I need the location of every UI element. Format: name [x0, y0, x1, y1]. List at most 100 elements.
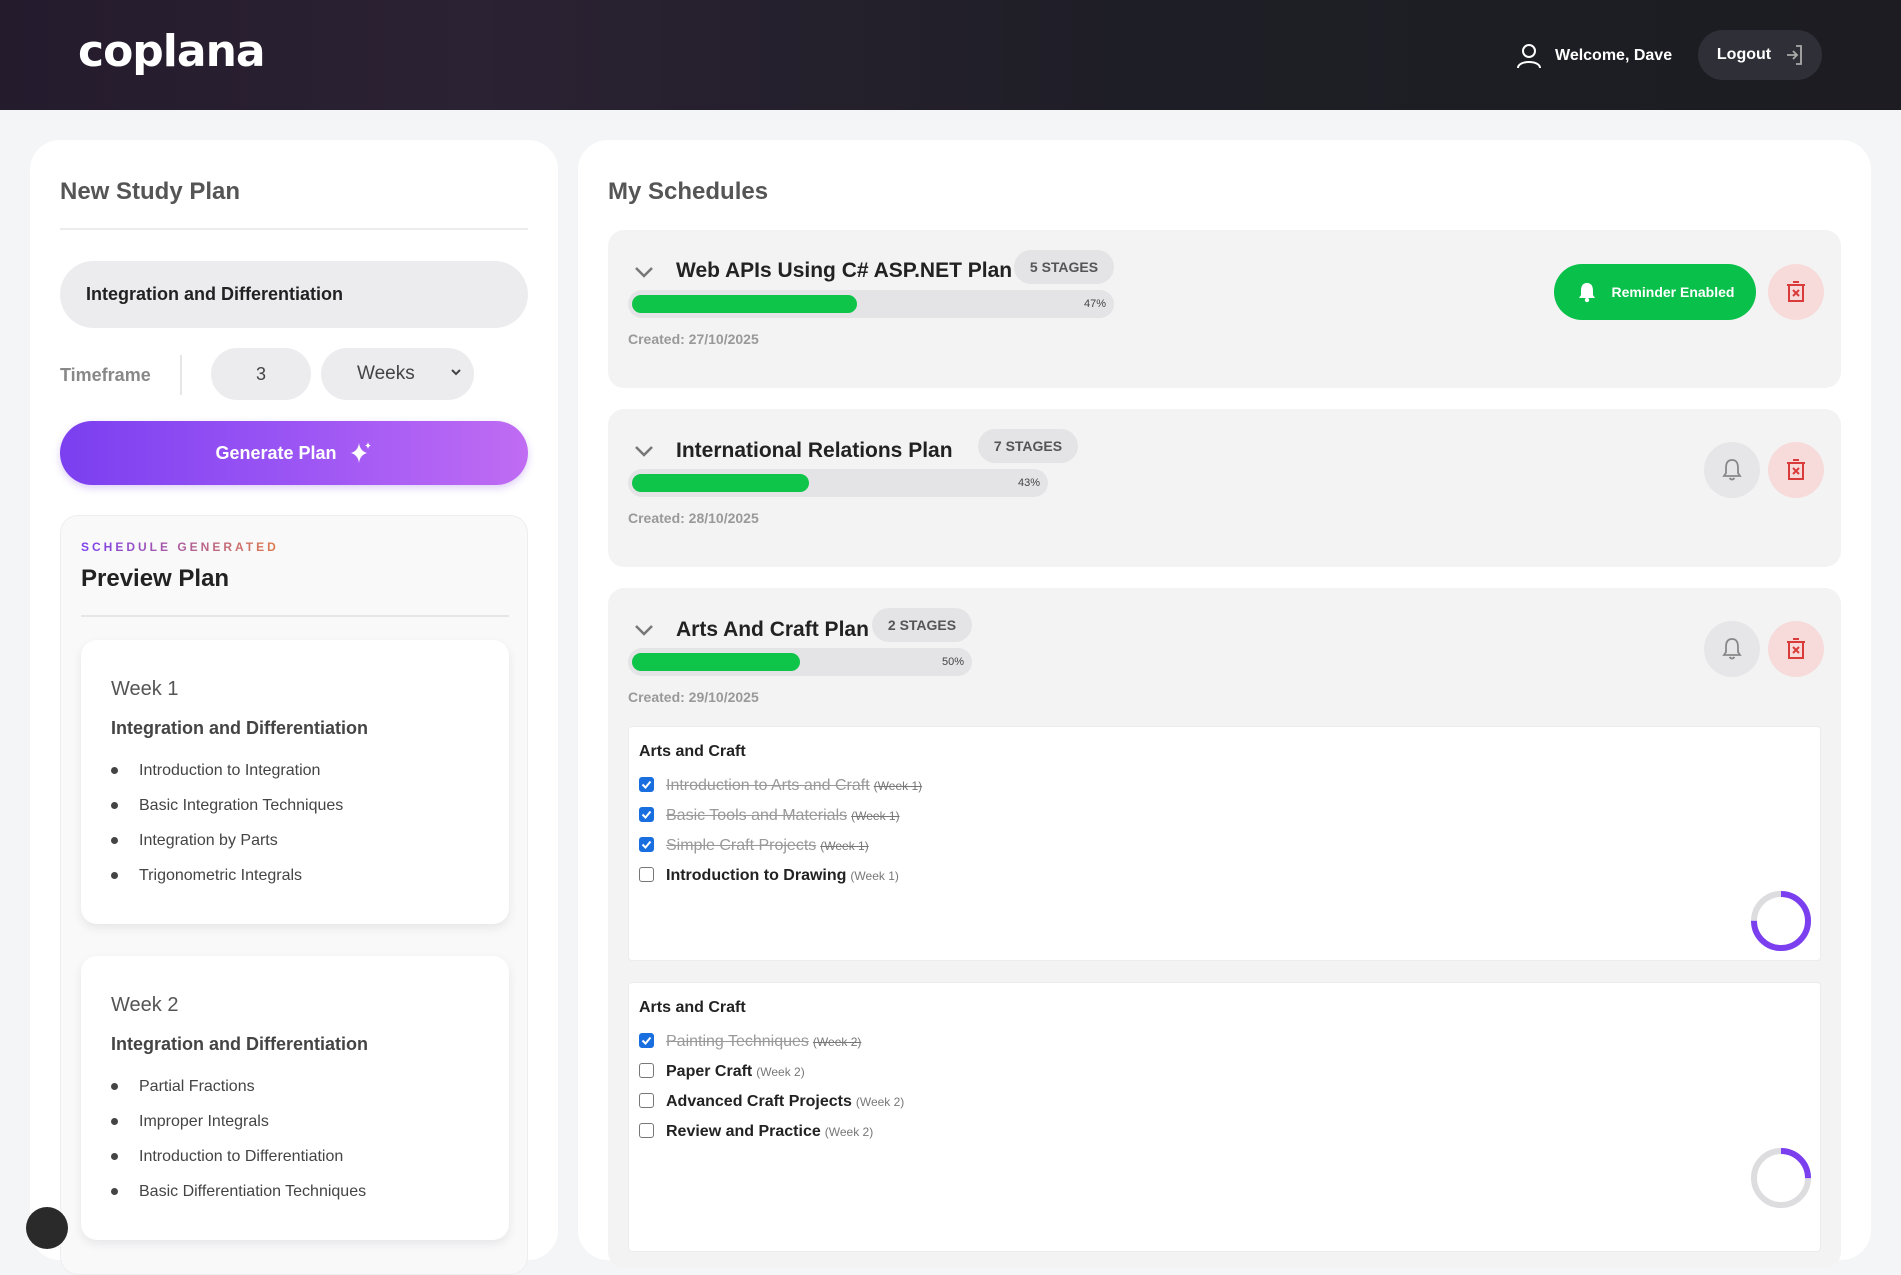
task-checkbox[interactable]	[639, 1032, 654, 1048]
schedule-title: Arts And Craft Plan	[676, 618, 869, 641]
created-date: Created: 29/10/2025	[628, 689, 759, 705]
reminder-enabled-button[interactable]: Reminder Enabled	[1554, 264, 1756, 320]
list-item: Trigonometric Integrals	[111, 867, 343, 902]
task-week: (Week 2)	[855, 1095, 905, 1109]
list-item: Integration by Parts	[111, 832, 343, 867]
task-checkbox[interactable]	[639, 806, 654, 822]
task-name: Paper Craft	[666, 1063, 753, 1080]
bell-icon	[1578, 283, 1595, 303]
stages-badge: 5 STAGES	[1014, 250, 1114, 284]
timeframe-unit-value: Weeks	[357, 363, 415, 384]
bell-icon	[1722, 459, 1742, 481]
task-item[interactable]: Paper Craft (Week 2)	[639, 1062, 805, 1081]
timeframe-number-input[interactable]	[211, 348, 311, 400]
user-icon	[1517, 44, 1541, 69]
app-logo[interactable]: coplana	[78, 26, 266, 77]
user-welcome: Welcome, Dave	[1517, 38, 1672, 74]
progress-fill	[632, 653, 800, 671]
reminder-label: Reminder Enabled	[1611, 284, 1735, 300]
task-checkbox[interactable]	[639, 866, 654, 882]
task-item[interactable]: Painting Techniques (Week 2)	[639, 1032, 862, 1051]
check-icon	[641, 1036, 652, 1045]
week-topic-list: Partial Fractions Improper Integrals Int…	[111, 1078, 366, 1218]
week-card: Week 1 Integration and Differentiation I…	[81, 640, 509, 924]
floating-action-button[interactable]	[26, 1207, 68, 1249]
task-week: (Week 1)	[851, 809, 900, 823]
task-name: Simple Craft Projects	[666, 837, 817, 854]
welcome-text: Welcome, Dave	[1555, 47, 1673, 64]
week-subject: Integration and Differentiation	[111, 1034, 369, 1054]
delete-icon	[1787, 459, 1805, 480]
task-item[interactable]: Review and Practice (Week 2)	[639, 1122, 874, 1141]
bell-icon	[1722, 638, 1742, 660]
stages-badge: 2 STAGES	[872, 608, 972, 642]
progress-label: 47%	[1083, 298, 1106, 310]
task-week: (Week 2)	[824, 1125, 874, 1139]
generate-plan-label: Generate Plan	[215, 442, 337, 463]
task-item[interactable]: Advanced Craft Projects (Week 2)	[639, 1092, 905, 1111]
task-item[interactable]: Introduction to Arts and Craft (Week 1)	[639, 776, 923, 795]
list-item: Introduction to Integration	[111, 762, 343, 797]
list-item: Partial Fractions	[111, 1078, 366, 1113]
preview-title: Preview Plan	[81, 565, 230, 592]
progress-fill	[632, 474, 809, 492]
task-name: Basic Tools and Materials	[666, 807, 848, 824]
logout-label: Logout	[1716, 46, 1772, 63]
list-item: Basic Integration Techniques	[111, 797, 343, 832]
task-checkbox[interactable]	[639, 1122, 654, 1138]
created-date: Created: 28/10/2025	[628, 510, 759, 526]
chevron-down-icon[interactable]	[634, 623, 654, 637]
schedule-card: International Relations Plan 7 STAGES 43…	[608, 409, 1841, 567]
divider	[81, 615, 509, 617]
stage-group: Arts and Craft Painting Techniques (Week…	[628, 982, 1821, 1252]
task-checkbox[interactable]	[639, 1092, 654, 1108]
list-item: Basic Differentiation Techniques	[111, 1183, 366, 1218]
delete-schedule-button[interactable]	[1768, 621, 1824, 677]
topic-input[interactable]	[60, 261, 528, 328]
delete-schedule-button[interactable]	[1768, 442, 1824, 498]
progress-label: 50%	[941, 656, 964, 668]
schedule-card: Web APIs Using C# ASP.NET Plan 5 STAGES …	[608, 230, 1841, 388]
week-card: Week 2 Integration and Differentiation P…	[81, 956, 509, 1240]
chevron-down-icon[interactable]	[634, 444, 654, 458]
stage-group: Arts and Craft Introduction to Arts and …	[628, 726, 1821, 961]
logout-icon	[1787, 45, 1802, 65]
task-week: (Week 1)	[873, 779, 923, 793]
delete-icon	[1787, 638, 1805, 659]
panel-title: New Study Plan	[60, 178, 241, 205]
timeframe-unit-select[interactable]: Weeks	[321, 348, 474, 400]
logout-button[interactable]: Logout	[1698, 30, 1822, 80]
panel-title: My Schedules	[608, 178, 769, 205]
reminder-toggle-button[interactable]	[1704, 442, 1760, 498]
progress-bar: 47%	[628, 290, 1114, 318]
generate-plan-button[interactable]: Generate Plan	[60, 421, 528, 485]
task-name: Introduction to Drawing	[666, 867, 847, 884]
schedule-generated-tag: SCHEDULE GENERATED	[81, 540, 279, 554]
schedule-title: Web APIs Using C# ASP.NET Plan	[676, 259, 1013, 282]
task-item[interactable]: Simple Craft Projects (Week 1)	[639, 836, 869, 855]
check-icon	[641, 810, 652, 819]
schedule-title: International Relations Plan	[676, 439, 953, 462]
task-week: (Week 1)	[820, 839, 869, 853]
preview-plan-section: SCHEDULE GENERATED Preview Plan Week 1 I…	[60, 515, 528, 1275]
week-topic-list: Introduction to Integration Basic Integr…	[111, 762, 343, 902]
task-checkbox[interactable]	[639, 836, 654, 852]
task-item[interactable]: Basic Tools and Materials (Week 1)	[639, 806, 900, 825]
task-name: Painting Techniques	[666, 1033, 809, 1050]
week-subject: Integration and Differentiation	[111, 718, 369, 738]
list-item: Introduction to Differentiation	[111, 1148, 366, 1183]
reminder-toggle-button[interactable]	[1704, 621, 1760, 677]
task-week: (Week 1)	[850, 869, 899, 883]
task-checkbox[interactable]	[639, 1062, 654, 1078]
check-icon	[641, 780, 652, 789]
task-item[interactable]: Introduction to Drawing (Week 1)	[639, 866, 899, 885]
task-name: Advanced Craft Projects	[666, 1093, 852, 1110]
created-date: Created: 27/10/2025	[628, 331, 759, 347]
stage-heading: Arts and Craft	[639, 743, 746, 760]
progress-bar: 50%	[628, 648, 972, 676]
task-week: (Week 2)	[812, 1035, 862, 1049]
timeframe-label: Timeframe	[60, 365, 151, 385]
task-checkbox[interactable]	[639, 776, 654, 792]
delete-schedule-button[interactable]	[1768, 264, 1824, 320]
chevron-down-icon[interactable]	[634, 265, 654, 279]
